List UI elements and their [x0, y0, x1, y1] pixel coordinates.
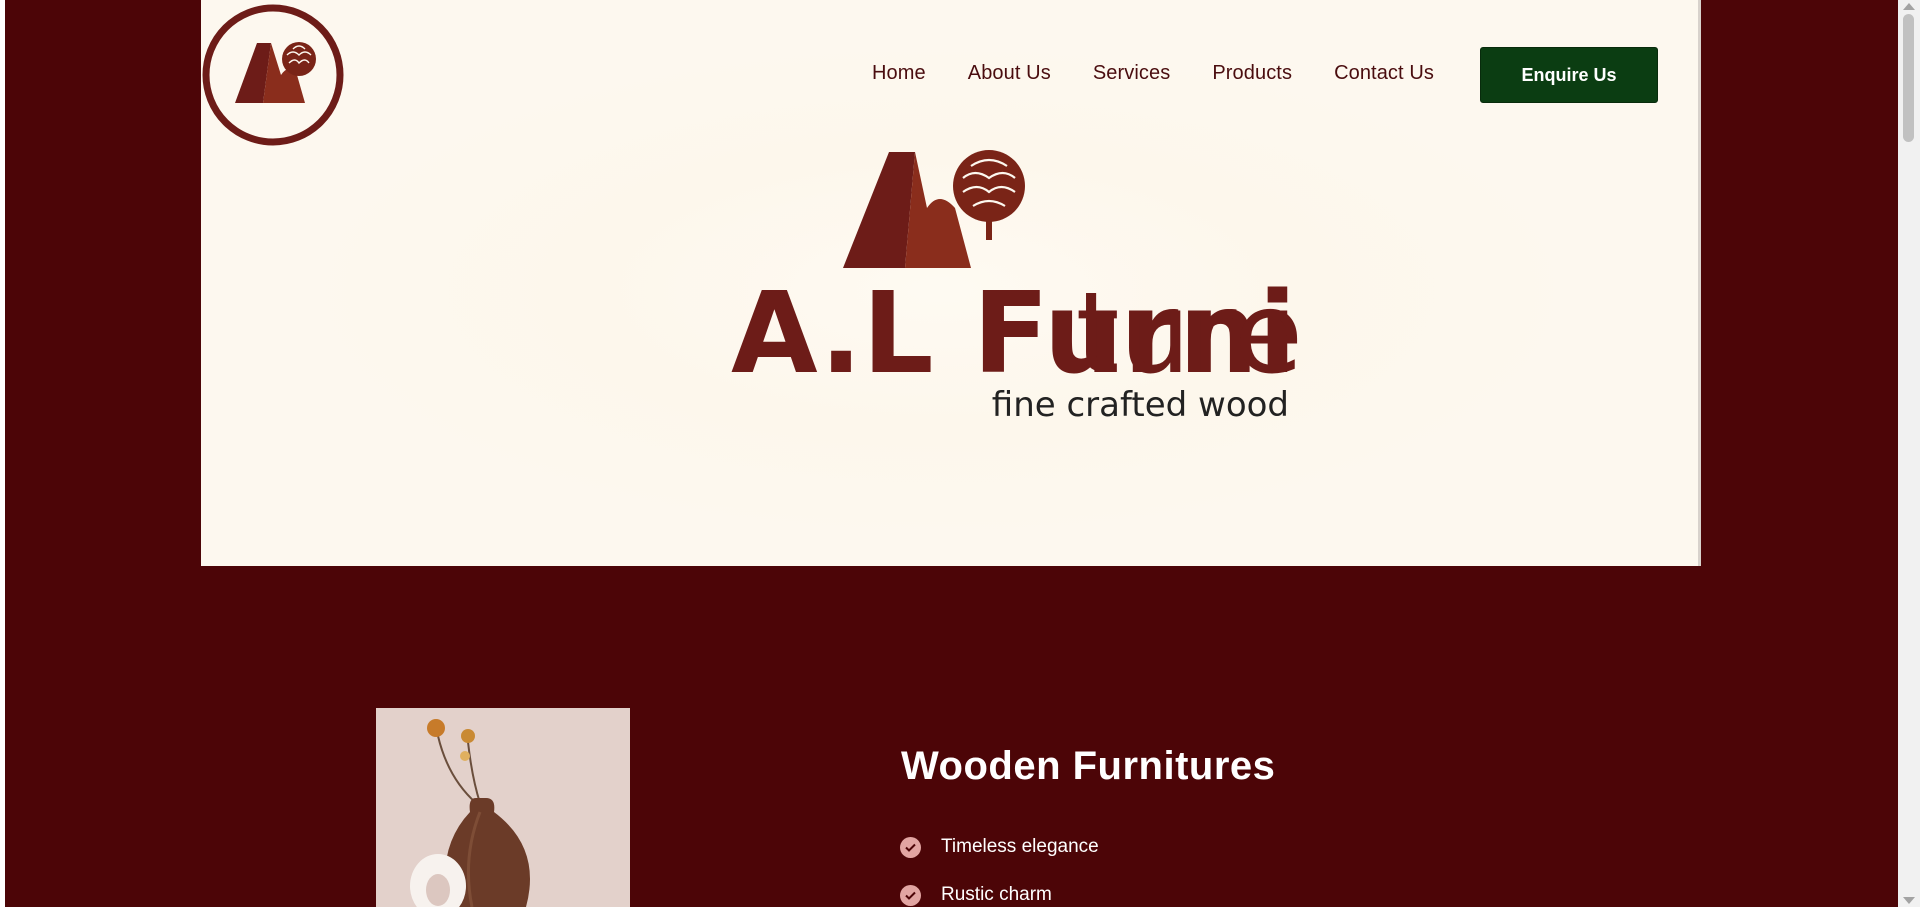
nav-about-us[interactable]: About Us — [968, 62, 1051, 85]
scroll-up-icon[interactable] — [1903, 3, 1915, 10]
vertical-scrollbar[interactable] — [1898, 0, 1920, 907]
feature-item: Timeless elegance — [900, 823, 1099, 871]
feature-label: Timeless elegance — [941, 836, 1099, 857]
feature-label: Rustic charm — [941, 884, 1052, 905]
brand-name-light: ture — [1076, 269, 1303, 399]
vase-photo — [376, 708, 630, 907]
nav-home[interactable]: Home — [872, 62, 926, 85]
scroll-down-icon[interactable] — [1903, 897, 1915, 904]
section-title: Wooden Furnitures — [901, 744, 1276, 788]
nav-products[interactable]: Products — [1212, 62, 1292, 85]
page: Home About Us Services Products Contact … — [5, 0, 1898, 907]
al-monogram-icon — [843, 152, 971, 268]
enquire-button[interactable]: Enquire Us — [1480, 47, 1658, 103]
nav-contact-us[interactable]: Contact Us — [1334, 62, 1434, 85]
main-nav: Home About Us Services Products Contact … — [872, 62, 1434, 85]
feature-list: Timeless elegance Rustic charm — [900, 823, 1099, 907]
brand-tagline: fine crafted wood — [992, 385, 1289, 425]
corner-logo[interactable] — [201, 3, 345, 147]
nav-services[interactable]: Services — [1093, 62, 1171, 85]
check-icon — [900, 884, 921, 906]
check-icon — [900, 836, 921, 858]
hero-banner: Home About Us Services Products Contact … — [201, 0, 1701, 566]
tree-icon — [953, 150, 1025, 240]
brand-logo: A.L Furni ture fine crafted wood — [731, 150, 1303, 425]
feature-item: Rustic charm — [900, 871, 1099, 907]
tree-icon — [282, 42, 316, 76]
scroll-thumb[interactable] — [1903, 14, 1914, 142]
